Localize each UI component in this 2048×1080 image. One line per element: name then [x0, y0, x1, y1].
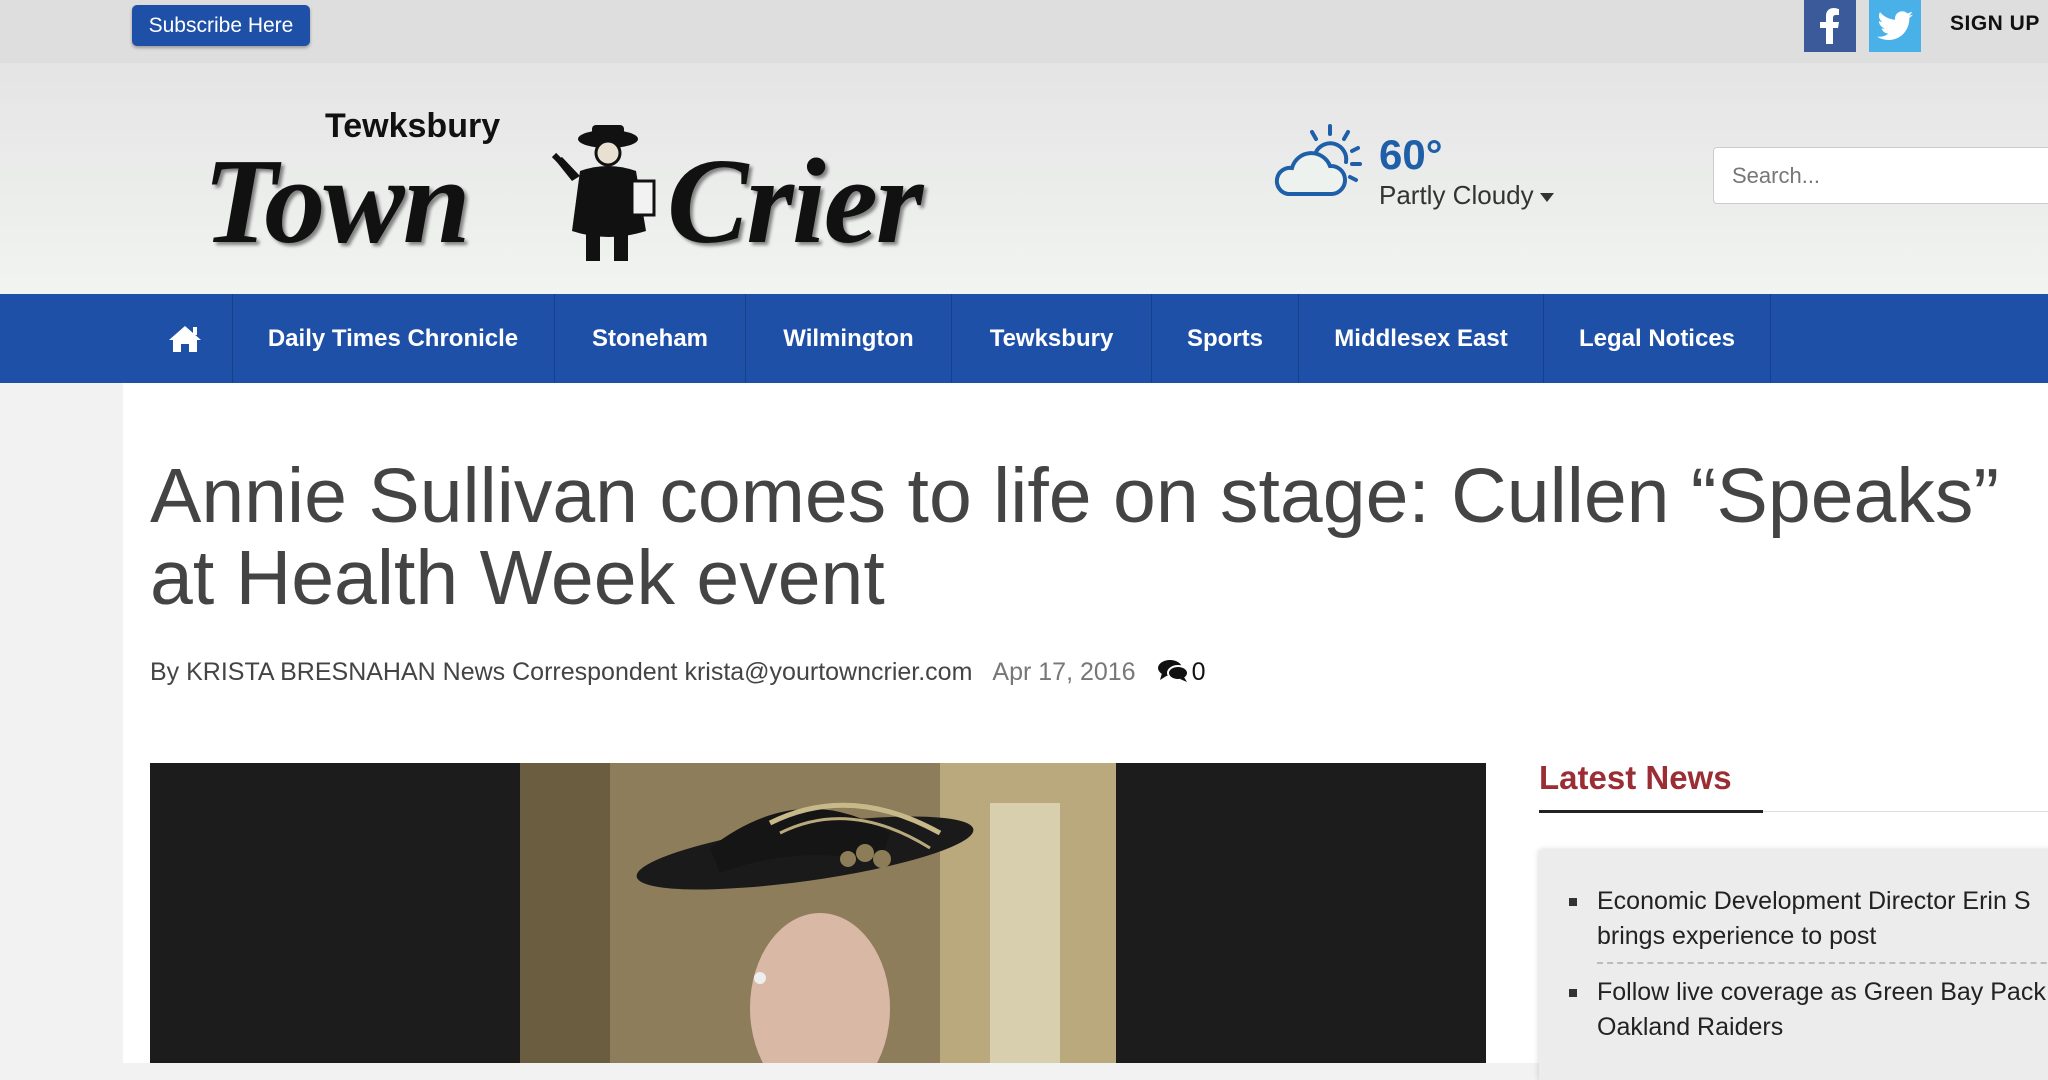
bullet-icon — [1569, 898, 1577, 906]
article-photo[interactable] — [150, 763, 1486, 1063]
partly-cloudy-icon — [1274, 124, 1362, 196]
logo-word-crier: Crier — [667, 134, 923, 269]
nav-item-stoneham[interactable]: Stoneham — [555, 294, 746, 383]
article-photo-image — [520, 763, 1116, 1063]
comment-count[interactable]: 0 — [1192, 658, 1206, 686]
bullet-icon — [1569, 989, 1577, 997]
main-nav: Daily Times Chronicle Stoneham Wilmingto… — [0, 294, 2048, 383]
site-logo[interactable]: Tewksbury Town Crier — [195, 107, 985, 267]
town-crier-figure-icon — [551, 125, 656, 261]
article-date: Apr 17, 2016 — [992, 658, 1136, 686]
weather-condition-label: Partly Cloudy — [1379, 180, 1534, 210]
comments-icon[interactable] — [1157, 659, 1188, 683]
logo-word-town: Town — [203, 134, 471, 269]
home-icon — [168, 325, 201, 352]
nav-item-sports[interactable]: Sports — [1152, 294, 1299, 383]
nav-item-legal-notices[interactable]: Legal Notices — [1544, 294, 1771, 383]
twitter-button[interactable] — [1869, 0, 1921, 52]
latest-news-divider-accent — [1539, 810, 1763, 813]
news-link-line: Oakland Raiders — [1597, 1013, 1784, 1041]
news-separator — [1597, 962, 2048, 964]
signup-link[interactable]: SIGN UP — [1950, 12, 2040, 36]
search-input[interactable] — [1713, 147, 2048, 204]
nav-item-wilmington[interactable]: Wilmington — [746, 294, 952, 383]
twitter-icon — [1877, 11, 1913, 40]
caret-down-icon — [1539, 192, 1554, 202]
weather-condition-dropdown[interactable]: Partly Cloudy — [1379, 180, 1554, 211]
news-link-line: Follow live coverage as Green Bay Pack — [1597, 978, 2046, 1006]
byline-author: By KRISTA BRESNAHAN News Correspondent k… — [150, 658, 973, 686]
news-link-line: brings experience to post — [1597, 922, 1877, 950]
nav-item-daily-times-chronicle[interactable]: Daily Times Chronicle — [232, 294, 555, 383]
nav-item-tewksbury[interactable]: Tewksbury — [952, 294, 1152, 383]
facebook-icon — [1820, 8, 1839, 44]
article-byline: By KRISTA BRESNAHAN News Correspondent k… — [150, 658, 1205, 687]
facebook-button[interactable] — [1804, 0, 1856, 52]
weather-temperature: 60° — [1379, 131, 1443, 178]
latest-news-list: Economic Development Director Erin S bri… — [1539, 850, 2048, 1080]
latest-news-title: Latest News — [1539, 759, 1732, 796]
article-headline: Annie Sullivan comes to life on stage: C… — [150, 453, 1999, 621]
subscribe-button[interactable]: Subscribe Here — [132, 5, 310, 46]
news-link[interactable]: Economic Development Director Erin S bri… — [1597, 884, 2048, 954]
news-link-line: Economic Development Director Erin S — [1597, 887, 2031, 915]
news-link[interactable]: Follow live coverage as Green Bay Pack O… — [1597, 975, 2048, 1045]
nav-home-button[interactable] — [137, 294, 233, 383]
top-bar: Subscribe Here SIGN UP — [0, 0, 2048, 63]
nav-item-middlesex-east[interactable]: Middlesex East — [1299, 294, 1544, 383]
